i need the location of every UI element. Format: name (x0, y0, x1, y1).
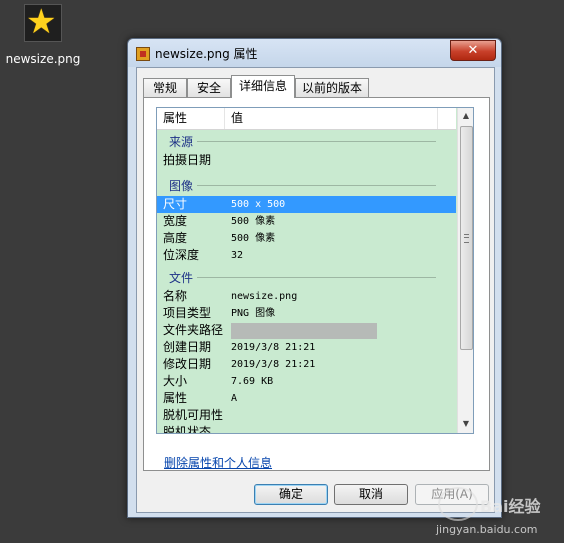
row-modified[interactable]: 修改日期 2019/3/8 21:21 (157, 356, 456, 373)
row-key: 大小 (163, 374, 188, 388)
group-label: 文件 (169, 269, 198, 286)
ok-button[interactable]: 确定 (254, 484, 328, 505)
row-key: 属性 (163, 391, 188, 405)
watermark-url: jingyan.baidu.com (436, 523, 538, 536)
tab-previous-versions[interactable]: 以前的版本 (295, 78, 369, 97)
row-value: 500 像素 (231, 216, 276, 227)
apply-button[interactable]: 应用(A) (415, 484, 489, 505)
row-value: 2019/3/8 21:21 (231, 342, 316, 353)
group-divider (197, 185, 436, 186)
row-attributes[interactable]: 属性 A (157, 390, 456, 407)
properties-dialog: newsize.png 属性 ✕ 常规 安全 详细信息 以前的版本 属性 值 来… (127, 38, 502, 518)
row-key: 位深度 (163, 248, 200, 262)
row-key: 高度 (163, 231, 188, 245)
group-label: 图像 (169, 177, 198, 194)
row-key: 项目类型 (163, 306, 212, 320)
close-icon: ✕ (467, 43, 479, 58)
row-value: PNG 图像 (231, 308, 276, 319)
row-key: 文件夹路径 (163, 323, 224, 337)
group-divider (197, 141, 436, 142)
scroll-up-icon[interactable]: ▲ (458, 108, 473, 124)
row-created[interactable]: 创建日期 2019/3/8 21:21 (157, 339, 456, 356)
details-panel: 属性 值 来源 拍摄日期 图像 尺寸 500 x 500 宽度 500 像素 高… (143, 97, 490, 471)
scroll-down-icon[interactable]: ▼ (458, 416, 473, 432)
row-key: 宽度 (163, 214, 188, 228)
window-title: newsize.png 属性 (155, 47, 258, 61)
star-icon: ★ (26, 2, 57, 42)
redacted-path (231, 323, 377, 339)
row-value: 7.69 KB (231, 376, 274, 387)
row-name[interactable]: 名称 newsize.png (157, 288, 456, 305)
list-rows: 来源 拍摄日期 图像 尺寸 500 x 500 宽度 500 像素 高度 500… (157, 130, 456, 434)
row-folder-path[interactable]: 文件夹路径 (157, 322, 456, 339)
row-height[interactable]: 高度 500 像素 (157, 230, 456, 247)
vertical-scrollbar[interactable]: ▲ ▼ (457, 108, 473, 433)
row-dimensions[interactable]: 尺寸 500 x 500 (157, 196, 456, 213)
row-key: 拍摄日期 (163, 153, 212, 167)
file-type-icon (136, 47, 150, 61)
row-key: 尺寸 (163, 197, 188, 211)
row-key: 脱机可用性 (163, 408, 224, 422)
tab-general[interactable]: 常规 (143, 78, 187, 97)
row-date-taken[interactable]: 拍摄日期 (157, 152, 456, 169)
group-header-file: 文件 (157, 266, 456, 288)
column-header-value[interactable]: 值 (225, 108, 438, 129)
row-item-type[interactable]: 项目类型 PNG 图像 (157, 305, 456, 322)
property-list[interactable]: 属性 值 来源 拍摄日期 图像 尺寸 500 x 500 宽度 500 像素 高… (156, 107, 474, 434)
png-thumbnail: ★ (24, 2, 62, 42)
row-value: 32 (231, 250, 244, 261)
desktop-file-label: newsize.png (5, 52, 81, 66)
group-header-image: 图像 (157, 174, 456, 196)
row-value: A (231, 393, 238, 404)
desktop-file-icon[interactable]: ★ newsize.png (4, 2, 82, 66)
tab-details[interactable]: 详细信息 (231, 75, 295, 98)
group-label: 来源 (169, 133, 198, 150)
row-value: 2019/3/8 21:21 (231, 359, 316, 370)
row-width[interactable]: 宽度 500 像素 (157, 213, 456, 230)
group-header-source: 来源 (157, 130, 456, 152)
group-divider (197, 277, 436, 278)
row-offline-availability[interactable]: 脱机可用性 (157, 407, 456, 424)
row-key: 脱机状态 (163, 425, 212, 434)
row-value: newsize.png (231, 291, 298, 302)
remove-properties-link[interactable]: 删除属性和个人信息 (164, 454, 272, 471)
grip-icon (464, 234, 469, 243)
row-value: 500 x 500 (231, 199, 286, 210)
row-value: 500 像素 (231, 233, 276, 244)
row-key: 创建日期 (163, 340, 212, 354)
tab-security[interactable]: 安全 (187, 78, 231, 97)
cancel-button[interactable]: 取消 (334, 484, 408, 505)
row-size[interactable]: 大小 7.69 KB (157, 373, 456, 390)
list-header: 属性 值 (157, 108, 456, 130)
title-bar[interactable]: newsize.png 属性 ✕ (128, 39, 501, 67)
scroll-thumb[interactable] (460, 126, 473, 350)
dialog-body: 常规 安全 详细信息 以前的版本 属性 值 来源 拍摄日期 图像 尺寸 500 … (136, 67, 495, 513)
close-button[interactable]: ✕ (450, 40, 496, 61)
row-key: 修改日期 (163, 357, 212, 371)
column-header-property[interactable]: 属性 (157, 108, 225, 129)
row-key: 名称 (163, 289, 188, 303)
row-bit-depth[interactable]: 位深度 32 (157, 247, 456, 264)
row-offline-status[interactable]: 脱机状态 (157, 424, 456, 434)
